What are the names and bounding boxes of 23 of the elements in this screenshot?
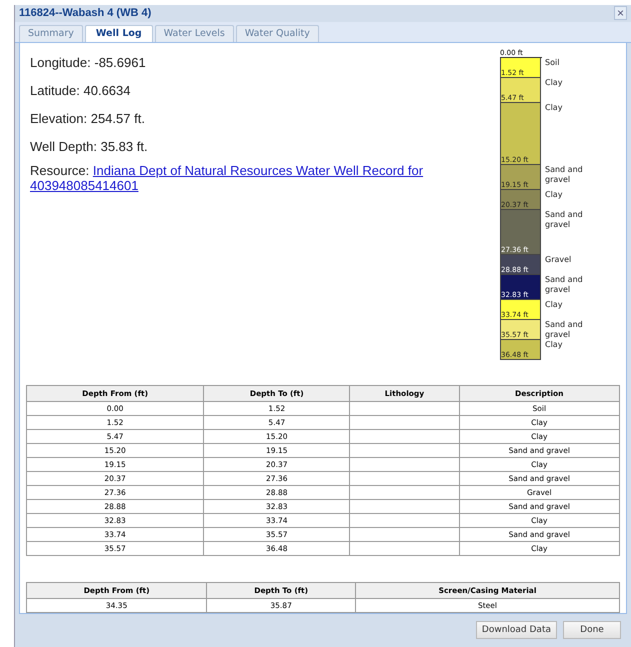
resource-link[interactable]: 403948085414601 [30,178,138,192]
resource-link[interactable]: Indiana Dept of Natural Resources Water Well Record for [92,162,424,178]
layer-description: Sand and gravel [544,275,584,294]
layer-description: Clay [544,340,564,350]
close-button[interactable]: × [614,6,627,20]
layer-description: Gravel [544,255,572,265]
dialog-button[interactable]: Done [563,621,621,640]
layer-description: Clay [544,78,564,87]
resource-label: Resource: [30,162,90,178]
layer-description: Clay [544,190,564,200]
layer-description: Soil [544,58,560,67]
dialog-button[interactable]: Download Data [476,621,557,640]
layer-description: Clay [544,102,564,112]
window-title: 116824--Wabash 4 (WB 4) [19,7,152,20]
layer-description: Sand and gravel [544,320,584,340]
layer-description: Clay [544,300,564,310]
info-line: Longitude: -85.6961 [30,54,147,70]
info-line: Well Depth: 35.83 ft. [30,138,149,154]
tab[interactable]: Well Log [84,24,153,42]
info-line: Latitude: 40.6634 [30,82,132,98]
info-line: Elevation: 254.57 ft. [30,110,146,126]
layer-description: Sand and gravel [544,165,584,184]
layer-description: Sand and gravel [544,210,584,230]
